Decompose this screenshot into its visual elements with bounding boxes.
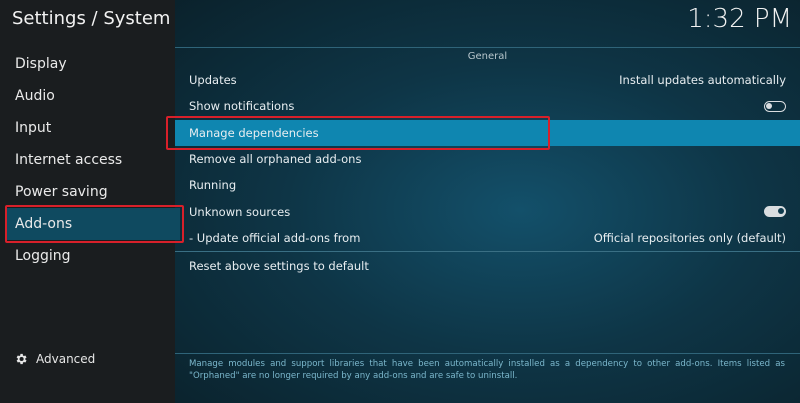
setting-label: Remove all orphaned add-ons	[189, 152, 362, 167]
setting-label: Unknown sources	[189, 204, 291, 219]
setting-running[interactable]: Running	[175, 172, 800, 198]
setting-label: Updates	[189, 73, 237, 88]
sidebar-item-power-saving[interactable]: Power saving	[7, 176, 180, 208]
settings-panel: General Updates Install updates automati…	[166, 0, 800, 403]
sidebar: Settings / System Display Audio Input In…	[0, 0, 184, 403]
setting-label: Running	[189, 178, 237, 193]
sidebar-item-add-ons[interactable]: Add-ons	[5, 205, 184, 243]
advanced-level-button[interactable]: Advanced	[14, 352, 95, 366]
page-title: Settings / System	[12, 8, 171, 29]
sidebar-item-logging[interactable]: Logging	[7, 240, 180, 272]
toggle-off-icon[interactable]	[764, 100, 786, 112]
gear-icon	[16, 353, 27, 365]
setting-label: Show notifications	[189, 99, 295, 114]
reset-divider	[175, 251, 800, 252]
advanced-label: Advanced	[36, 352, 96, 366]
setting-label: - Update official add-ons from	[189, 230, 361, 245]
panel-top-divider	[175, 47, 800, 48]
sidebar-nav: Display Audio Input Internet access Powe…	[0, 48, 184, 272]
sidebar-item-internet-access[interactable]: Internet access	[7, 144, 180, 176]
help-text: Manage modules and support libraries tha…	[189, 359, 785, 381]
toggle-on-icon[interactable]	[764, 206, 786, 218]
setting-manage-dependencies[interactable]: Manage dependencies	[166, 115, 800, 150]
setting-label: Manage dependencies	[189, 125, 319, 140]
setting-update-official-addons[interactable]: - Update official add-ons from Official …	[175, 225, 800, 251]
settings-list: Updates Install updates automatically Sh…	[166, 67, 800, 251]
setting-value: Install updates automatically	[619, 73, 786, 88]
setting-unknown-sources[interactable]: Unknown sources	[175, 198, 800, 224]
help-divider	[175, 353, 800, 354]
section-title: General	[467, 51, 508, 62]
sidebar-item-display[interactable]: Display	[7, 48, 180, 80]
reset-settings-button[interactable]: Reset above settings to default	[189, 259, 369, 273]
sidebar-item-input[interactable]: Input	[7, 112, 180, 144]
setting-remove-orphaned[interactable]: Remove all orphaned add-ons	[175, 146, 800, 172]
sidebar-item-audio[interactable]: Audio	[7, 80, 180, 112]
setting-show-notifications[interactable]: Show notifications	[175, 93, 800, 119]
setting-value: Official repositories only (default)	[593, 230, 786, 245]
setting-updates[interactable]: Updates Install updates automatically	[175, 67, 800, 93]
